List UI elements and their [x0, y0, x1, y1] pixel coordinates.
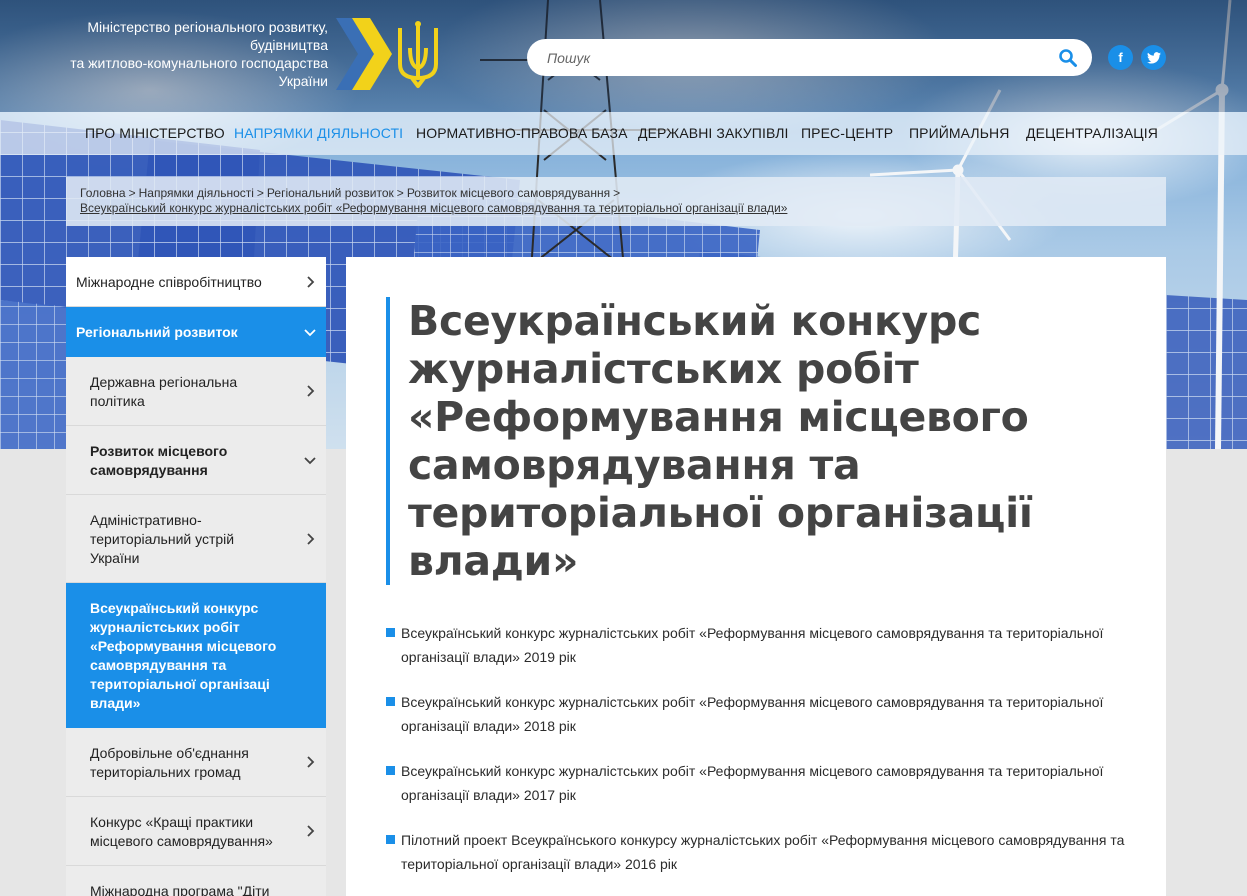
chevron-right-icon: [307, 532, 315, 545]
sidebar-item-international-cooperation[interactable]: Міжнародне співробітництво: [66, 257, 326, 307]
nav-item-press-center[interactable]: ПРЕС-ЦЕНТР: [801, 125, 893, 141]
ministry-name-line: та житлово-комунального господарства: [70, 55, 328, 71]
sidebar-item-voluntary-association[interactable]: Добровільне об'єднання територіальних гр…: [66, 728, 326, 797]
list-item: Пілотний проект Всеукраїнського конкурсу…: [386, 828, 1136, 876]
breadcrumb-regional-development[interactable]: Регіональний розвиток: [267, 186, 394, 200]
sidebar-item-label: Добровільне об'єднання територіальних гр…: [90, 745, 249, 780]
chevron-down-icon: [304, 457, 316, 465]
search-input[interactable]: [527, 39, 1037, 76]
sidebar: Міжнародне співробітництво Регіональний …: [66, 257, 326, 896]
sidebar-item-label: Всеукраїнський конкурс журналістських ро…: [90, 600, 277, 711]
document-link[interactable]: Всеукраїнський конкурс журналістських ро…: [401, 625, 1103, 665]
trident-coat-of-arms-icon: [398, 21, 438, 88]
sidebar-item-label: Конкурс «Кращі практики місцевого самовр…: [90, 814, 273, 849]
page-title: Всеукраїнський конкурс журналістських ро…: [408, 297, 1033, 585]
bullet-square-icon: [386, 697, 395, 706]
bullet-square-icon: [386, 835, 395, 844]
chevron-right-icon: [307, 385, 315, 397]
sidebar-item-label: Розвиток місцевого самоврядування: [90, 443, 228, 478]
nav-item-activities[interactable]: НАПРЯМКИ ДІЯЛЬНОСТІ: [234, 125, 403, 141]
breadcrumb-activities[interactable]: Напрямки діяльності: [139, 186, 254, 200]
breadcrumb-path: Головна > Напрямки діяльності > Регіональний…: [80, 186, 1152, 201]
chevron-right-icon: [307, 756, 315, 768]
sidebar-item-label: Адміністративно-територіальний устрій Ук…: [90, 512, 235, 566]
search-icon[interactable]: [1058, 48, 1078, 68]
twitter-icon[interactable]: [1141, 45, 1166, 70]
twitter-bird-icon: [1146, 51, 1161, 64]
sidebar-item-best-practices-contest[interactable]: Конкурс «Кращі практики місцевого самовр…: [66, 797, 326, 866]
breadcrumb-home[interactable]: Головна: [80, 186, 126, 200]
document-link[interactable]: Всеукраїнський конкурс журналістських ро…: [401, 763, 1103, 803]
facebook-icon[interactable]: f: [1108, 45, 1133, 70]
chevron-right-icon: [307, 275, 315, 288]
search-bar: [527, 39, 1092, 76]
nav-item-decentralization[interactable]: ДЕЦЕНТРАЛІЗАЦІЯ: [1026, 125, 1158, 141]
main-content: Всеукраїнський конкурс журналістських ро…: [346, 257, 1166, 896]
breadcrumb-separator: >: [396, 186, 404, 200]
nav-item-reception[interactable]: ПРИЙМАЛЬНЯ: [909, 125, 1009, 141]
document-list: Всеукраїнський конкурс журналістських ро…: [386, 621, 1136, 896]
page-title-block: Всеукраїнський конкурс журналістських ро…: [386, 297, 1086, 585]
sidebar-item-label: Державна регіональна політика: [90, 374, 238, 409]
sidebar-item-journalism-contest[interactable]: Всеукраїнський конкурс журналістських ро…: [66, 583, 326, 728]
sidebar-item-label: Міжнародне співробітництво: [76, 274, 262, 290]
bullet-square-icon: [386, 628, 395, 637]
sidebar-item-state-regional-policy[interactable]: Державна регіональна політика: [66, 357, 326, 426]
ministry-name-line: будівництва: [249, 37, 328, 53]
breadcrumb-separator: >: [128, 186, 136, 200]
breadcrumb-separator: >: [613, 186, 621, 200]
nav-item-procurement[interactable]: ДЕРЖАВНІ ЗАКУПІВЛІ: [638, 125, 789, 141]
sidebar-item-regional-development[interactable]: Регіональний розвиток: [66, 307, 326, 357]
chevron-right-icon: [307, 825, 315, 837]
list-item: Всеукраїнський конкурс журналістських ро…: [386, 690, 1136, 738]
sidebar-item-label: Міжнародна програма "Діти: [90, 883, 270, 896]
sidebar-item-administrative-structure[interactable]: Адміністративно-територіальний устрій Ук…: [66, 495, 326, 583]
breadcrumb: Головна > Напрямки діяльності > Регіональний…: [66, 177, 1166, 226]
breadcrumb-local-self-government[interactable]: Розвиток місцевого самоврядування: [407, 186, 610, 200]
list-item: Всеукраїнський конкурс журналістських ро…: [386, 759, 1136, 807]
breadcrumb-current[interactable]: Всеукраїнський конкурс журналістських ро…: [80, 201, 1152, 216]
nav-item-about-ministry[interactable]: ПРО МІНІСТЕРСТВО: [85, 125, 225, 141]
sidebar-item-international-program[interactable]: Міжнародна програма "Діти: [66, 866, 326, 896]
list-item: Всеукраїнський конкурс журналістських ро…: [386, 621, 1136, 669]
bullet-square-icon: [386, 766, 395, 775]
document-link[interactable]: Всеукраїнський конкурс журналістських ро…: [401, 694, 1103, 734]
chevron-down-icon: [304, 328, 316, 336]
ministry-name-line: Міністерство регіонального розвитку,: [87, 19, 328, 35]
document-link[interactable]: Пілотний проект Всеукраїнського конкурсу…: [401, 832, 1124, 872]
facebook-glyph: f: [1118, 50, 1123, 65]
main-navigation: ПРО МІНІСТЕРСТВО НАПРЯМКИ ДІЯЛЬНОСТІ НОР…: [0, 112, 1247, 155]
ministry-logo-arrows-icon[interactable]: [336, 18, 392, 90]
sidebar-item-label: Регіональний розвиток: [76, 324, 238, 340]
breadcrumb-separator: >: [256, 186, 264, 200]
sidebar-item-local-self-government[interactable]: Розвиток місцевого самоврядування: [66, 426, 326, 495]
ministry-name[interactable]: Міністерство регіонального розвитку, буд…: [60, 18, 328, 90]
ministry-name-line: України: [278, 73, 328, 89]
nav-item-legal-base[interactable]: НОРМАТИВНО-ПРАВОВА БАЗА: [416, 125, 628, 141]
